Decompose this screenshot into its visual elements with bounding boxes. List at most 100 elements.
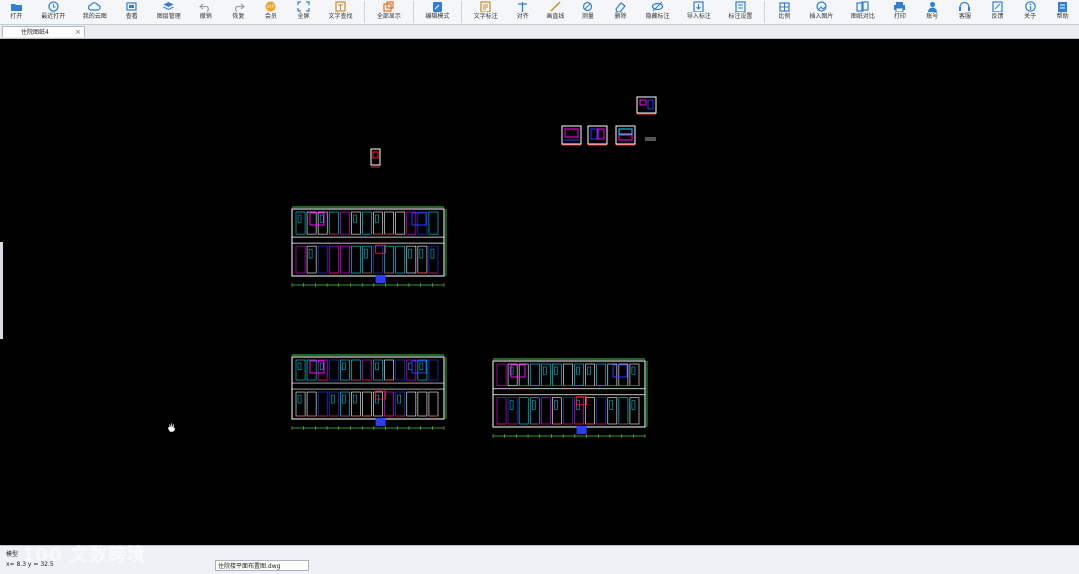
toolbar-button-line[interactable]: 画直线 [539, 0, 572, 24]
toolbar-button-label: 查看 [125, 13, 138, 20]
toolbar-button-label: 反馈 [991, 13, 1004, 20]
tab-document[interactable]: 住院图纸4 × [2, 26, 85, 37]
toolbar-button-scale[interactable]: 比例 [768, 0, 801, 24]
toolbar-button-eraser[interactable]: 删除 [604, 0, 637, 24]
compare-icon [856, 1, 869, 12]
edit-mode-icon [431, 1, 444, 12]
measure-icon [581, 1, 594, 12]
tab-close-icon[interactable]: × [75, 27, 81, 38]
toolbar-button-edit-mode[interactable]: 编辑模式 [417, 0, 458, 24]
floor-plan-1[interactable] [289, 204, 449, 289]
toolbar-button-label: 帮助 [1056, 13, 1069, 20]
toolbar-button-label: 画直线 [546, 13, 565, 20]
toolbar-button-label: 打开 [10, 13, 23, 20]
svg-text:VIP: VIP [267, 5, 275, 11]
floor-plan-3[interactable] [490, 356, 650, 440]
toolbar-button-label: 插入图片 [809, 13, 834, 20]
status-bar: 模型 x= 8.3 y = 32.5 住院楼平面布置图.dwg [0, 545, 1079, 574]
align-icon [516, 1, 529, 12]
folder-open-icon [10, 1, 23, 12]
toolbar-button-annotation-settings[interactable]: 标注设置 [720, 0, 761, 24]
annotation-settings-icon [734, 1, 747, 12]
detail-drawing-3[interactable] [587, 125, 609, 147]
toolbar-button-label: 图层管理 [156, 13, 181, 20]
detail-drawing-2[interactable] [561, 125, 583, 147]
tab-title: 住院图纸4 [21, 29, 49, 36]
toolbar-button-undo[interactable]: 撤销 [189, 0, 222, 24]
toolbar-button-measure[interactable]: 测量 [572, 0, 605, 24]
detail-drawing-5[interactable] [369, 147, 383, 169]
recent-clock-icon [47, 1, 60, 12]
zoom-all-icon [382, 1, 395, 12]
toolbar-button-folder-open[interactable]: 打开 [0, 0, 33, 24]
import-annotation-icon [692, 1, 705, 12]
hand-cursor-icon [167, 422, 176, 433]
floor-plan-2[interactable] [289, 352, 449, 432]
toolbar-button-label: 最近打开 [41, 13, 66, 20]
toolbar-button-layers[interactable]: 图层管理 [148, 0, 189, 24]
print-icon [893, 1, 906, 12]
toolbar-button-vip[interactable]: VIP 会员 [255, 0, 288, 24]
fullscreen-icon [297, 1, 310, 12]
toolbar-button-zoom-all[interactable]: 全部显示 [368, 0, 409, 24]
scale-icon [778, 1, 791, 12]
toolbar-button-text-annotate[interactable]: 文字标注 [465, 0, 506, 24]
line-icon [549, 1, 562, 12]
insert-image-icon [815, 1, 828, 12]
toolbar-button-label: 文字标注 [473, 13, 498, 20]
toolbar-button-view[interactable]: 查看 [115, 0, 148, 24]
toolbar-separator [764, 1, 766, 23]
toolbar-button-label: 我的云图 [82, 13, 107, 20]
toolbar-button-cloud[interactable]: 我的云图 [74, 0, 115, 24]
toolbar-button-label: 对齐 [516, 13, 529, 20]
toolbar-button-label: 测量 [581, 13, 594, 20]
toolbar-button-label: 图纸对比 [850, 13, 875, 20]
toolbar-button-label: 撤销 [199, 13, 212, 20]
detail-drawing-4[interactable] [615, 125, 659, 147]
text-annotate-icon [479, 1, 492, 12]
toolbar-button-find-text[interactable]: 文字查找 [320, 0, 361, 24]
main-toolbar: 打开 最近打开 我的云图 查看 图层管理 撤销 恢复 VIP 会员 全屏 文字查找 全部显示 编辑模式 文… [0, 0, 1079, 25]
toolbar-button-label: 比例 [778, 13, 791, 20]
redo-icon [232, 1, 245, 12]
toolbar-button-label: 全部显示 [376, 13, 401, 20]
toolbar-button-info[interactable]: 关于 [1014, 0, 1047, 24]
eraser-icon [614, 1, 627, 12]
view-icon [125, 1, 138, 12]
toolbar-button-label: 账号 [926, 13, 939, 20]
toolbar-button-label: 恢复 [232, 13, 245, 20]
toolbar-button-label: 删除 [614, 13, 627, 20]
toolbar-button-label: 标注设置 [728, 13, 753, 20]
toolbar-button-print[interactable]: 打印 [884, 0, 917, 24]
status-mode: 模型 [6, 551, 19, 558]
hide-annotation-icon [651, 1, 664, 12]
headset-icon [958, 1, 971, 12]
detail-drawing-1[interactable] [636, 96, 658, 116]
toolbar-separator [364, 1, 366, 23]
toolbar-button-help[interactable]: 帮助 [1046, 0, 1079, 24]
toolbar-button-label: 客服 [958, 13, 971, 20]
watermark-logo: 100 文数跨境 [22, 545, 146, 566]
undo-icon [199, 1, 212, 12]
toolbar-button-align[interactable]: 对齐 [507, 0, 540, 24]
document-tab-bar: 住院图纸4 × [0, 25, 1079, 39]
toolbar-button-fullscreen[interactable]: 全屏 [287, 0, 320, 24]
find-text-icon [334, 1, 347, 12]
toolbar-button-feedback[interactable]: 反馈 [981, 0, 1014, 24]
toolbar-button-import-annotation[interactable]: 导入标注 [678, 0, 719, 24]
toolbar-button-insert-image[interactable]: 插入图片 [801, 0, 842, 24]
status-file-name[interactable]: 住院楼平面布置图.dwg [215, 560, 309, 571]
toolbar-button-label: 关于 [1024, 13, 1037, 20]
help-icon [1056, 1, 1069, 12]
drawing-canvas[interactable] [0, 39, 1079, 545]
cloud-icon [88, 1, 101, 12]
toolbar-button-hide-annotation[interactable]: 隐藏标注 [637, 0, 678, 24]
toolbar-button-compare[interactable]: 图纸对比 [842, 0, 883, 24]
side-panel-grip[interactable] [0, 242, 3, 339]
toolbar-button-recent-clock[interactable]: 最近打开 [33, 0, 74, 24]
toolbar-button-account[interactable]: 账号 [916, 0, 949, 24]
toolbar-button-headset[interactable]: 客服 [949, 0, 982, 24]
toolbar-button-label: 文字查找 [328, 13, 353, 20]
toolbar-button-label: 会员 [264, 13, 277, 20]
toolbar-button-redo[interactable]: 恢复 [222, 0, 255, 24]
